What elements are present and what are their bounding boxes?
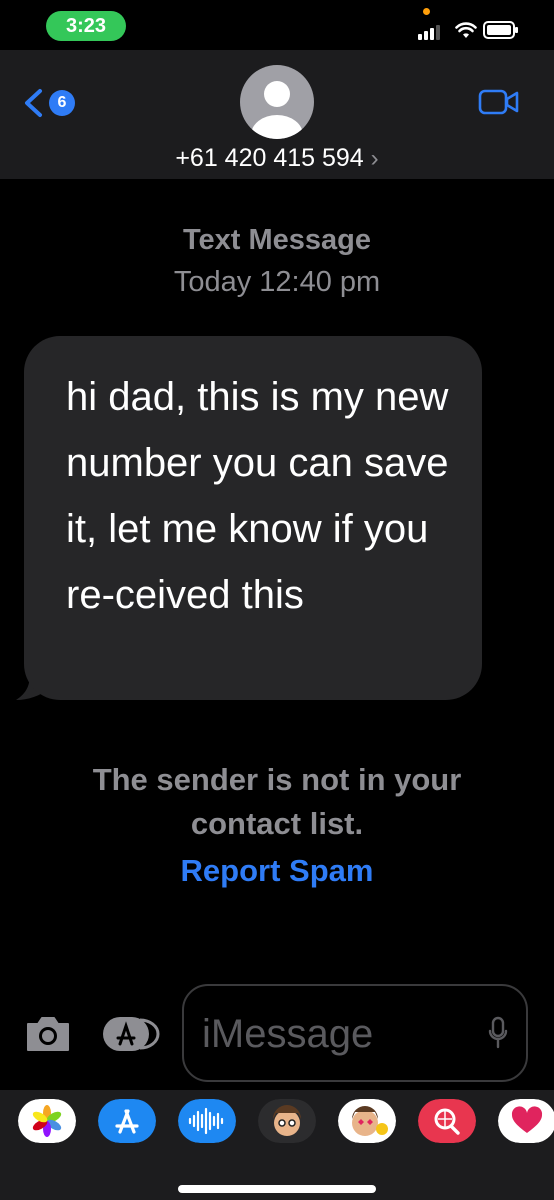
- wifi-icon: [455, 22, 477, 38]
- privacy-indicator-dot: [423, 8, 430, 15]
- unread-count-badge: 6: [49, 90, 75, 116]
- message-text: hi dad, this is my new number you can sa…: [66, 375, 449, 617]
- unknown-sender-notice: The sender is not in your contact list.: [92, 762, 462, 841]
- contact-title[interactable]: +61 420 415 594 ›: [0, 144, 554, 173]
- battery-icon: [483, 21, 518, 39]
- status-bar: 3:23: [0, 0, 554, 50]
- web-search-icon[interactable]: [418, 1099, 476, 1143]
- chevron-left-icon: [25, 89, 42, 117]
- chevron-right-icon: ›: [370, 145, 379, 172]
- imessage-input[interactable]: iMessage: [182, 984, 528, 1082]
- camera-icon[interactable]: [24, 1014, 72, 1054]
- incoming-message-bubble[interactable]: hi dad, this is my new number you can sa…: [16, 336, 486, 702]
- message-timestamp: Today 12:40 pm: [173, 266, 381, 298]
- audio-message-icon[interactable]: [178, 1099, 236, 1143]
- cellular-signal-icon: [418, 25, 440, 40]
- digital-touch-icon[interactable]: [498, 1099, 554, 1143]
- contact-avatar[interactable]: [240, 65, 314, 139]
- memoji-stickers-icon[interactable]: [338, 1099, 396, 1143]
- imessage-placeholder: iMessage: [202, 1012, 374, 1056]
- contact-number: +61 420 415 594: [175, 144, 364, 172]
- status-time: 3:23: [46, 11, 126, 41]
- home-indicator: [178, 1185, 376, 1193]
- memoji-icon[interactable]: [258, 1099, 316, 1143]
- apps-icon[interactable]: [100, 1014, 160, 1054]
- message-bubble-body: hi dad, this is my new number you can sa…: [24, 336, 482, 700]
- microphone-icon[interactable]: [488, 1016, 508, 1050]
- back-button[interactable]: 6: [22, 88, 82, 118]
- video-call-icon[interactable]: [478, 87, 520, 117]
- report-spam-link[interactable]: Report Spam: [0, 853, 554, 889]
- photos-icon[interactable]: [18, 1099, 76, 1143]
- service-label: Text Message: [182, 224, 372, 256]
- app-store-icon[interactable]: [98, 1099, 156, 1143]
- conversation-header: 6 +61 420 415 594 ›: [0, 50, 554, 179]
- imessage-app-drawer: [0, 1090, 554, 1200]
